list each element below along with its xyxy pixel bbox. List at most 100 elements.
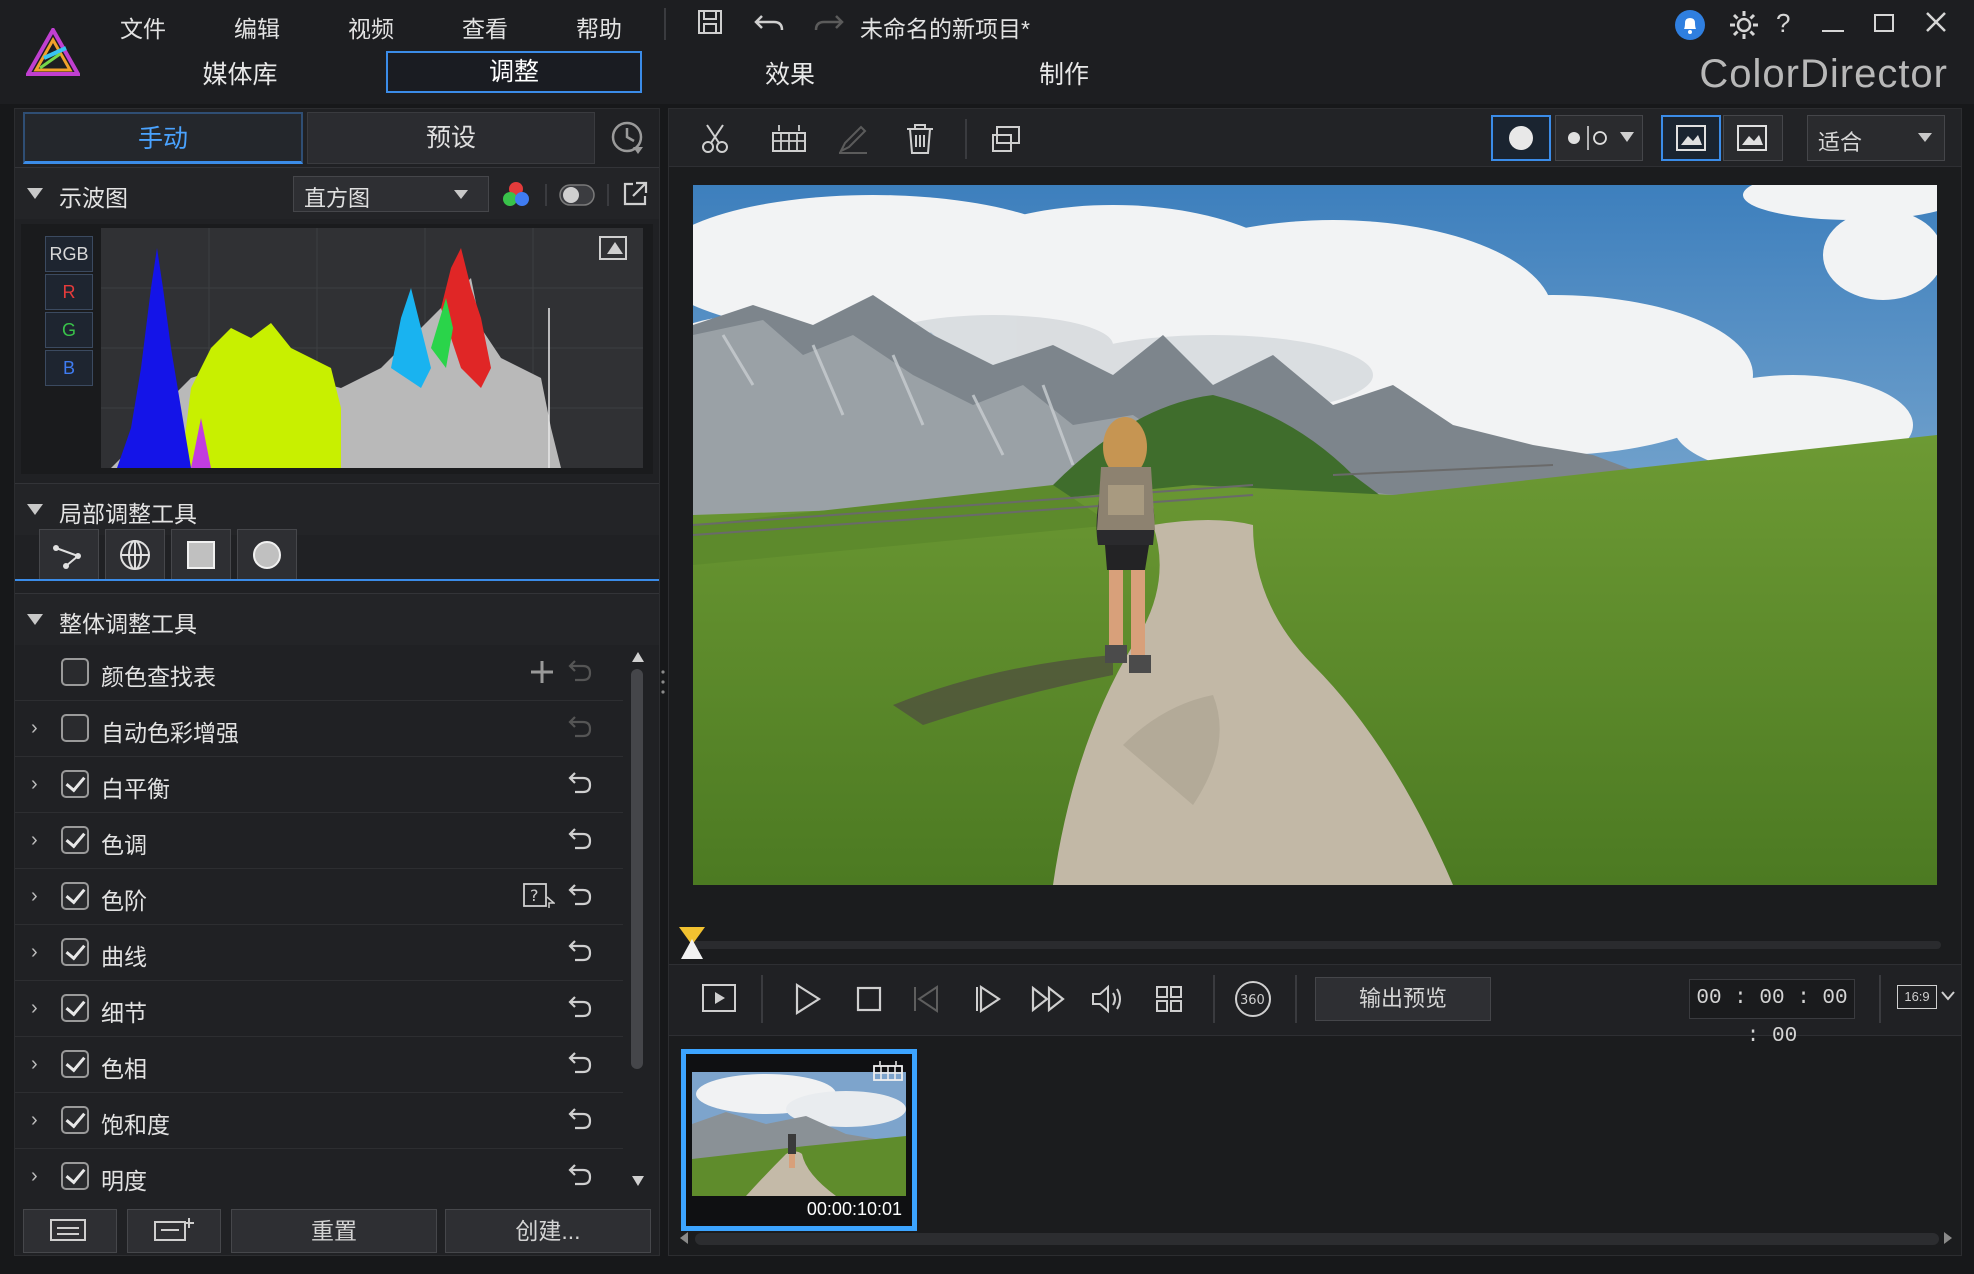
tool-row-white-balance[interactable]: › 白平衡 [15,757,623,813]
timecode-display[interactable]: 00 : 00 : 00 : 00 [1689,979,1855,1048]
radial-brush-tool-button[interactable] [39,529,99,581]
timeline-scrubber[interactable] [689,941,1941,949]
chevron-right-icon[interactable]: › [31,1109,38,1132]
local-tools-section-header[interactable]: 局部调整工具 [15,483,659,535]
trim-icon[interactable] [769,123,809,155]
window-preview-toggle[interactable] [1723,115,1783,161]
settings-gear-icon[interactable] [1728,9,1760,41]
reset-icon[interactable] [567,1105,593,1131]
add-icon[interactable] [529,659,555,685]
chevron-down-icon[interactable] [1941,991,1955,1001]
reset-icon[interactable] [567,1049,593,1075]
aspect-ratio-button[interactable]: 16:9 [1897,985,1937,1009]
checkbox[interactable] [61,1162,89,1190]
reset-button[interactable]: 重置 [231,1209,437,1253]
tool-row-tone[interactable]: › 色调 [15,813,623,869]
channel-g-button[interactable]: G [45,312,93,348]
menu-video[interactable]: 视频 [348,10,394,44]
chevron-right-icon[interactable]: › [31,885,38,908]
collapse-triangle-icon[interactable] [27,614,43,625]
scope-type-dropdown[interactable]: 直方图 [293,176,489,212]
tab-manual[interactable]: 手动 [23,112,303,164]
channel-r-button[interactable]: R [45,274,93,310]
checkbox[interactable] [61,1106,89,1134]
output-preview-button[interactable]: 输出预览 [1315,977,1491,1021]
menu-help[interactable]: 帮助 [576,10,622,44]
play-icon[interactable] [789,981,825,1017]
menu-view[interactable]: 查看 [462,10,508,44]
scroll-right-arrow-icon[interactable] [1943,1231,1953,1245]
channel-rgb-button[interactable]: RGB [45,236,93,272]
scrollbar-thumb[interactable] [631,669,643,1069]
reset-icon[interactable] [567,713,593,739]
collapse-triangle-icon[interactable] [27,188,43,199]
checkbox[interactable] [61,994,89,1022]
create-button[interactable]: 创建... [445,1209,651,1253]
chevron-right-icon[interactable]: › [31,773,38,796]
scroll-down-arrow-icon[interactable] [631,1175,645,1187]
video-preview[interactable] [693,185,1937,885]
mode-tab-effects[interactable]: 效果 [700,55,880,91]
chevron-right-icon[interactable]: › [31,941,38,964]
tool-row-levels[interactable]: › 色阶 ? [15,869,623,925]
history-icon[interactable] [607,117,647,157]
play-clip-icon[interactable] [701,981,737,1017]
reset-icon[interactable] [567,769,593,795]
help-icon[interactable]: ? [1776,8,1790,39]
checkbox[interactable] [61,826,89,854]
view-360-icon[interactable]: 360 [1233,979,1273,1019]
reset-icon[interactable] [567,993,593,1019]
save-icon[interactable] [696,8,724,36]
notification-icon[interactable] [1674,9,1706,41]
chevron-right-icon[interactable]: › [31,997,38,1020]
scroll-left-arrow-icon[interactable] [679,1231,689,1245]
checkbox[interactable] [61,770,89,798]
radial-mask-tool-button[interactable] [237,529,297,581]
mode-tab-produce[interactable]: 制作 [974,55,1154,91]
chevron-right-icon[interactable]: › [31,1053,38,1076]
add-preset-button[interactable] [127,1209,221,1253]
chevron-right-icon[interactable]: › [31,717,38,740]
global-tools-section-header[interactable]: 整体调整工具 [15,593,659,645]
menu-file[interactable]: 文件 [120,10,166,44]
grid-icon[interactable] [1151,981,1187,1017]
stop-icon[interactable] [851,981,887,1017]
waveform-section-header[interactable]: 示波图 直方图 [15,167,659,219]
pen-icon[interactable] [837,123,869,155]
checkbox[interactable] [61,938,89,966]
toggle-icon[interactable] [559,184,595,206]
linear-mask-tool-button[interactable] [171,529,231,581]
menu-edit[interactable]: 编辑 [234,10,280,44]
chevron-right-icon[interactable]: › [31,829,38,852]
collapse-triangle-icon[interactable] [27,504,43,515]
reset-icon[interactable] [567,657,593,683]
clip-thumbnail[interactable]: 00:00:10:01 [681,1049,917,1231]
minimize-icon[interactable] [1822,30,1844,32]
prev-frame-icon[interactable] [909,981,945,1017]
checkbox[interactable] [61,714,89,742]
checkbox[interactable] [61,882,89,910]
popout-icon[interactable] [621,180,649,208]
reset-icon[interactable] [567,937,593,963]
redo-icon[interactable] [812,8,844,36]
volume-icon[interactable] [1089,981,1127,1017]
single-view-toggle[interactable] [1491,115,1551,161]
trash-icon[interactable] [905,123,935,155]
checkbox[interactable] [61,658,89,686]
tool-row-lut[interactable]: 颜色查找表 [15,645,623,701]
rgb-color-icon[interactable] [501,180,531,210]
scroll-up-arrow-icon[interactable] [631,651,645,663]
tool-row-detail[interactable]: › 细节 [15,981,623,1037]
save-preset-button[interactable] [23,1209,117,1253]
reset-icon[interactable] [567,1161,593,1187]
reset-icon[interactable] [567,881,593,907]
gradient-mask-tool-button[interactable] [105,529,165,581]
clipping-warning-icon[interactable] [599,236,627,260]
tab-preset[interactable]: 预设 [307,112,595,164]
chevron-right-icon[interactable]: › [31,1165,38,1188]
crop-icon[interactable] [989,123,1023,155]
playhead-icon[interactable] [677,925,707,961]
tool-row-saturation[interactable]: › 饱和度 [15,1093,623,1149]
tool-row-curves[interactable]: › 曲线 [15,925,623,981]
tool-row-hue[interactable]: › 色相 [15,1037,623,1093]
